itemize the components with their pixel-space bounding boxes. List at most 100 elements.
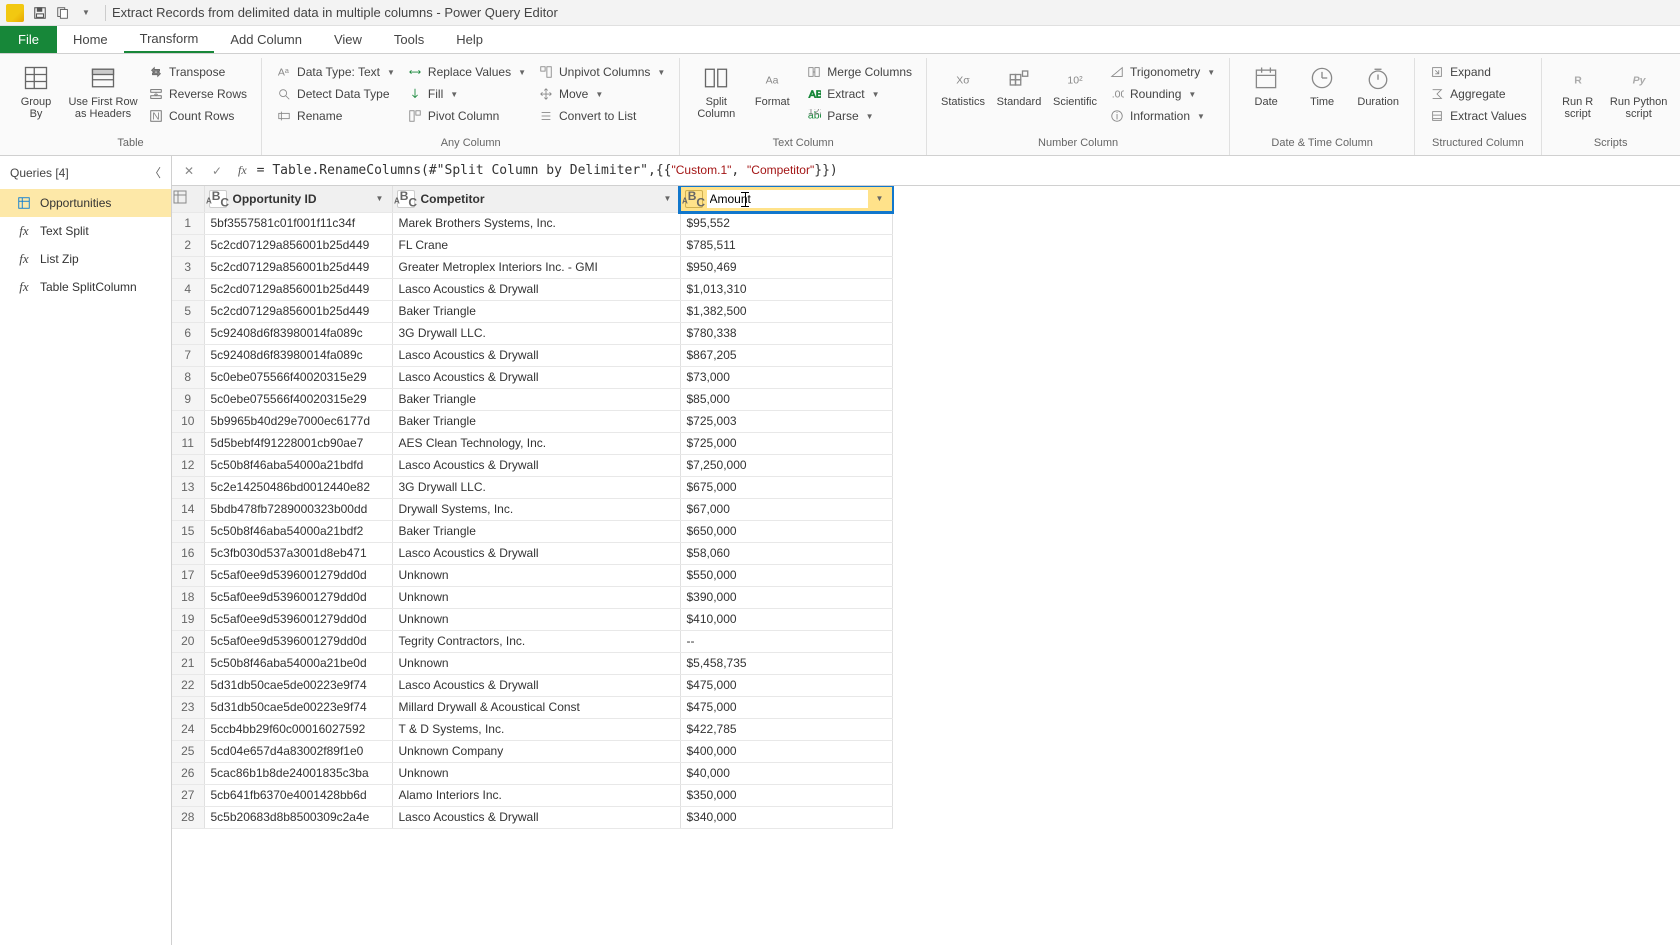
table-row[interactable]: 85c0ebe075566f40020315e29Lasco Acoustics… — [172, 366, 892, 388]
cell-amount[interactable]: $422,785 — [680, 718, 892, 740]
row-number[interactable]: 17 — [172, 564, 204, 586]
table-row[interactable]: 45c2cd07129a856001b25d449Lasco Acoustics… — [172, 278, 892, 300]
cell-amount[interactable]: $725,000 — [680, 432, 892, 454]
row-number[interactable]: 22 — [172, 674, 204, 696]
split-column-button[interactable]: Split Column — [688, 60, 744, 122]
row-number[interactable]: 3 — [172, 256, 204, 278]
cell-opportunity-id[interactable]: 5c0ebe075566f40020315e29 — [204, 366, 392, 388]
cell-competitor[interactable]: FL Crane — [392, 234, 680, 256]
row-number[interactable]: 2 — [172, 234, 204, 256]
cell-amount[interactable]: $785,511 — [680, 234, 892, 256]
cell-amount[interactable]: $780,338 — [680, 322, 892, 344]
cell-competitor[interactable]: Marek Brothers Systems, Inc. — [392, 212, 680, 234]
cell-competitor[interactable]: Lasco Acoustics & Drywall — [392, 366, 680, 388]
cell-opportunity-id[interactable]: 5d31db50cae5de00223e9f74 — [204, 696, 392, 718]
save-button[interactable] — [30, 3, 50, 23]
table-row[interactable]: 165c3fb030d537a3001d8eb471Lasco Acoustic… — [172, 542, 892, 564]
cell-opportunity-id[interactable]: 5cb641fb6370e4001428bb6d — [204, 784, 392, 806]
expand-button[interactable]: Expand — [1425, 62, 1530, 82]
row-number[interactable]: 6 — [172, 322, 204, 344]
cell-opportunity-id[interactable]: 5c5b20683d8b8500309c2a4e — [204, 806, 392, 828]
table-row[interactable]: 15bf3557581c01f001f11c34fMarek Brothers … — [172, 212, 892, 234]
table-row[interactable]: 205c5af0ee9d5396001279dd0dTegrity Contra… — [172, 630, 892, 652]
qat-more-icon[interactable]: ▼ — [76, 3, 96, 23]
table-row[interactable]: 235d31db50cae5de00223e9f74Millard Drywal… — [172, 696, 892, 718]
table-row[interactable]: 225d31db50cae5de00223e9f74Lasco Acoustic… — [172, 674, 892, 696]
cell-amount[interactable]: $410,000 — [680, 608, 892, 630]
count-rows-button[interactable]: NCount Rows — [144, 106, 251, 126]
query-item[interactable]: fxTable SplitColumn — [0, 273, 171, 301]
standard-button[interactable]: Standard — [991, 60, 1047, 110]
cell-opportunity-id[interactable]: 5c2e14250486bd0012440e82 — [204, 476, 392, 498]
table-row[interactable]: 65c92408d6f83980014fa089c3G Drywall LLC.… — [172, 322, 892, 344]
cell-competitor[interactable]: Tegrity Contractors, Inc. — [392, 630, 680, 652]
row-number[interactable]: 12 — [172, 454, 204, 476]
cell-competitor[interactable]: Lasco Acoustics & Drywall — [392, 542, 680, 564]
column-filter-icon[interactable]: ▼ — [872, 194, 888, 203]
reverse-rows-button[interactable]: Reverse Rows — [144, 84, 251, 104]
type-text-icon[interactable]: ABC — [209, 190, 227, 208]
cell-competitor[interactable]: Unknown — [392, 608, 680, 630]
column-header-amount-editing[interactable]: ABC ▼ — [680, 186, 892, 212]
table-row[interactable]: 105b9965b40d29e7000ec6177dBaker Triangle… — [172, 410, 892, 432]
cell-amount[interactable]: $1,013,310 — [680, 278, 892, 300]
table-row[interactable]: 185c5af0ee9d5396001279dd0dUnknown$390,00… — [172, 586, 892, 608]
table-row[interactable]: 95c0ebe075566f40020315e29Baker Triangle$… — [172, 388, 892, 410]
cell-competitor[interactable]: Unknown — [392, 652, 680, 674]
row-number[interactable]: 14 — [172, 498, 204, 520]
row-number[interactable]: 20 — [172, 630, 204, 652]
table-row[interactable]: 215c50b8f46aba54000a21be0dUnknown$5,458,… — [172, 652, 892, 674]
column-header-opportunity-id[interactable]: ABC Opportunity ID ▼ — [204, 186, 392, 212]
table-row[interactable]: 75c92408d6f83980014fa089cLasco Acoustics… — [172, 344, 892, 366]
row-number[interactable]: 5 — [172, 300, 204, 322]
column-rename-input[interactable] — [707, 190, 868, 208]
row-number[interactable]: 1 — [172, 212, 204, 234]
cell-amount[interactable]: $650,000 — [680, 520, 892, 542]
cell-amount[interactable]: $475,000 — [680, 696, 892, 718]
cell-opportunity-id[interactable]: 5d31db50cae5de00223e9f74 — [204, 674, 392, 696]
collapse-pane-icon[interactable]: 〈 — [149, 164, 161, 181]
cell-competitor[interactable]: Lasco Acoustics & Drywall — [392, 806, 680, 828]
date-button[interactable]: Date — [1238, 60, 1294, 110]
menu-add-column[interactable]: Add Column — [214, 26, 318, 53]
table-row[interactable]: 135c2e14250486bd0012440e823G Drywall LLC… — [172, 476, 892, 498]
cell-opportunity-id[interactable]: 5c2cd07129a856001b25d449 — [204, 234, 392, 256]
cell-opportunity-id[interactable]: 5cd04e657d4a83002f89f1e0 — [204, 740, 392, 762]
rename-button[interactable]: Rename — [272, 106, 399, 126]
rounding-button[interactable]: .00Rounding▼ — [1105, 84, 1219, 104]
cell-opportunity-id[interactable]: 5bdb478fb7289000323b00dd — [204, 498, 392, 520]
table-row[interactable]: 125c50b8f46aba54000a21bdfdLasco Acoustic… — [172, 454, 892, 476]
cell-opportunity-id[interactable]: 5d5bebf4f91228001cb90ae7 — [204, 432, 392, 454]
format-button[interactable]: Aa Format — [744, 60, 800, 110]
table-row[interactable]: 55c2cd07129a856001b25d449Baker Triangle$… — [172, 300, 892, 322]
row-number[interactable]: 25 — [172, 740, 204, 762]
time-button[interactable]: Time — [1294, 60, 1350, 110]
cell-amount[interactable]: $1,382,500 — [680, 300, 892, 322]
fill-button[interactable]: Fill▼ — [403, 84, 530, 104]
menu-help[interactable]: Help — [440, 26, 499, 53]
cell-amount[interactable]: $400,000 — [680, 740, 892, 762]
cell-competitor[interactable]: Lasco Acoustics & Drywall — [392, 454, 680, 476]
table-row[interactable]: 155c50b8f46aba54000a21bdf2Baker Triangle… — [172, 520, 892, 542]
table-row[interactable]: 245ccb4bb29f60c00016027592T & D Systems,… — [172, 718, 892, 740]
run-r-button[interactable]: R Run R script — [1550, 60, 1606, 122]
row-number[interactable]: 28 — [172, 806, 204, 828]
table-row[interactable]: 25c2cd07129a856001b25d449FL Crane$785,51… — [172, 234, 892, 256]
extract-values-button[interactable]: Extract Values — [1425, 106, 1530, 126]
merge-columns-button[interactable]: Merge Columns — [802, 62, 916, 82]
menu-view[interactable]: View — [318, 26, 378, 53]
information-button[interactable]: iInformation▼ — [1105, 106, 1219, 126]
row-number[interactable]: 13 — [172, 476, 204, 498]
extract-button[interactable]: ABCExtract▼ — [802, 84, 916, 104]
menu-home[interactable]: Home — [57, 26, 124, 53]
table-row[interactable]: 145bdb478fb7289000323b00ddDrywall System… — [172, 498, 892, 520]
accept-formula-button[interactable]: ✓ — [206, 160, 228, 182]
row-number[interactable]: 21 — [172, 652, 204, 674]
trigonometry-button[interactable]: Trigonometry▼ — [1105, 62, 1219, 82]
cell-opportunity-id[interactable]: 5c3fb030d537a3001d8eb471 — [204, 542, 392, 564]
detect-data-type-button[interactable]: Detect Data Type — [272, 84, 399, 104]
cell-opportunity-id[interactable]: 5c5af0ee9d5396001279dd0d — [204, 564, 392, 586]
convert-to-list-button[interactable]: Convert to List — [534, 106, 669, 126]
pivot-column-button[interactable]: Pivot Column — [403, 106, 530, 126]
column-filter-icon[interactable]: ▼ — [372, 194, 388, 203]
